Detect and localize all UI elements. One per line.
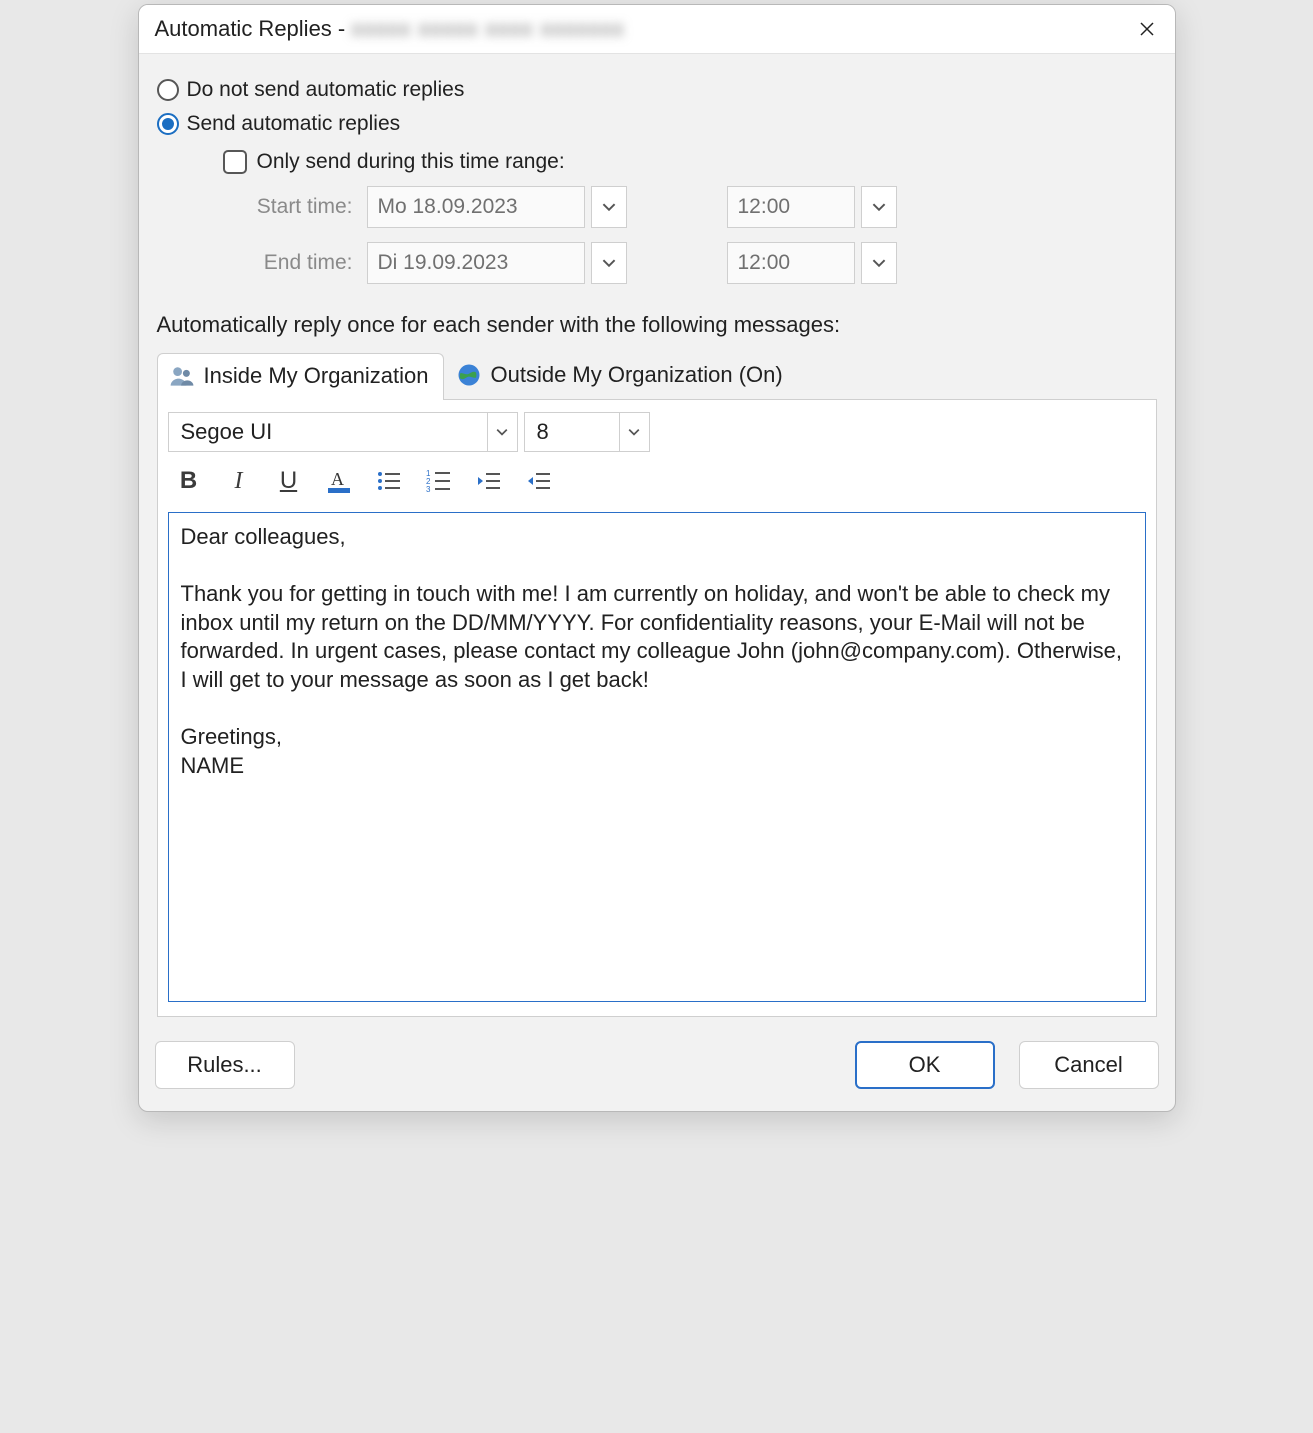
- bullet-list-icon: [376, 468, 402, 494]
- end-time-dropdown[interactable]: [861, 242, 897, 284]
- titlebar: Automatic Replies - xxxxx xxxxx xxxx xxx…: [139, 5, 1175, 54]
- bold-button[interactable]: B: [172, 464, 206, 498]
- tab-outside-org[interactable]: Outside My Organization (On): [444, 352, 798, 399]
- radio-icon: [157, 79, 179, 101]
- ok-button[interactable]: OK: [855, 1041, 995, 1089]
- format-toolbar: B I U A: [168, 464, 1146, 498]
- end-time-value: 12:00: [727, 242, 855, 284]
- font-size-select[interactable]: 8: [524, 412, 650, 452]
- timerange-section: Only send during this time range: Start …: [223, 150, 1161, 284]
- chevron-down-icon: [602, 200, 616, 214]
- italic-button[interactable]: I: [222, 464, 256, 498]
- dialog-footer: Rules... OK Cancel: [139, 1021, 1175, 1111]
- start-time-combo[interactable]: 12:00: [727, 186, 897, 228]
- numbered-list-icon: 1 2 3: [426, 468, 452, 494]
- font-color-icon: A: [326, 468, 352, 494]
- title-account-obscured: xxxxx xxxxx xxxx xxxxxxx: [351, 16, 624, 42]
- close-icon: [1138, 20, 1156, 38]
- start-time-value: 12:00: [727, 186, 855, 228]
- radio-icon: [157, 113, 179, 135]
- chevron-down-icon: [496, 426, 508, 438]
- chevron-down-icon: [628, 426, 640, 438]
- outdent-icon: [476, 468, 502, 494]
- editor-pane: Segoe UI 8 B I U A: [157, 400, 1157, 1017]
- font-family-value: Segoe UI: [169, 419, 487, 445]
- automatic-replies-dialog: Automatic Replies - xxxxx xxxxx xxxx xxx…: [138, 4, 1176, 1112]
- title-prefix: Automatic Replies -: [155, 16, 346, 42]
- radio-label: Send automatic replies: [187, 112, 401, 136]
- end-date-dropdown[interactable]: [591, 242, 627, 284]
- tab-label: Outside My Organization (On): [491, 362, 783, 388]
- end-time-label: End time:: [237, 251, 367, 275]
- end-date-value: Di 19.09.2023: [367, 242, 585, 284]
- dialog-content: Do not send automatic replies Send autom…: [139, 54, 1175, 1021]
- start-time-label: Start time:: [237, 195, 367, 219]
- window-title: Automatic Replies - xxxxx xxxxx xxxx xxx…: [155, 16, 625, 42]
- cancel-button[interactable]: Cancel: [1019, 1041, 1159, 1089]
- chevron-down-icon: [602, 256, 616, 270]
- end-date-combo[interactable]: Di 19.09.2023: [367, 242, 627, 284]
- font-toolbar: Segoe UI 8: [168, 412, 1146, 452]
- timerange-checkbox-row[interactable]: Only send during this time range:: [223, 150, 1161, 174]
- rules-button[interactable]: Rules...: [155, 1041, 295, 1089]
- chevron-down-icon: [872, 200, 886, 214]
- start-date-value: Mo 18.09.2023: [367, 186, 585, 228]
- message-textarea[interactable]: Dear colleagues, Thank you for getting i…: [168, 512, 1146, 1002]
- tab-label: Inside My Organization: [204, 363, 429, 389]
- numbered-list-button[interactable]: 1 2 3: [422, 464, 456, 498]
- font-family-dropdown[interactable]: [487, 413, 517, 451]
- svg-text:A: A: [331, 469, 344, 489]
- font-size-dropdown[interactable]: [619, 413, 649, 451]
- decrease-indent-button[interactable]: [472, 464, 506, 498]
- bullet-list-button[interactable]: [372, 464, 406, 498]
- font-family-select[interactable]: Segoe UI: [168, 412, 518, 452]
- end-time-combo[interactable]: 12:00: [727, 242, 897, 284]
- people-icon: [168, 362, 196, 390]
- checkbox-label: Only send during this time range:: [257, 150, 565, 174]
- close-button[interactable]: [1129, 11, 1165, 47]
- radio-label: Do not send automatic replies: [187, 78, 465, 102]
- radio-send[interactable]: Send automatic replies: [157, 112, 1161, 136]
- radio-do-not-send[interactable]: Do not send automatic replies: [157, 78, 1161, 102]
- timerange-grid: Start time: Mo 18.09.2023 12:00 End time…: [237, 186, 1161, 284]
- start-date-dropdown[interactable]: [591, 186, 627, 228]
- checkbox-icon: [223, 150, 247, 174]
- chevron-down-icon: [872, 256, 886, 270]
- reply-caption: Automatically reply once for each sender…: [157, 312, 1157, 338]
- globe-icon: [455, 361, 483, 389]
- underline-button[interactable]: U: [272, 464, 306, 498]
- svg-text:3: 3: [426, 485, 431, 494]
- font-color-button[interactable]: A: [322, 464, 356, 498]
- start-time-dropdown[interactable]: [861, 186, 897, 228]
- font-size-value: 8: [525, 419, 619, 445]
- indent-icon: [526, 468, 552, 494]
- start-date-combo[interactable]: Mo 18.09.2023: [367, 186, 627, 228]
- tabs: Inside My Organization Outside My Organi…: [157, 352, 1157, 400]
- increase-indent-button[interactable]: [522, 464, 556, 498]
- tab-inside-org[interactable]: Inside My Organization: [157, 353, 444, 400]
